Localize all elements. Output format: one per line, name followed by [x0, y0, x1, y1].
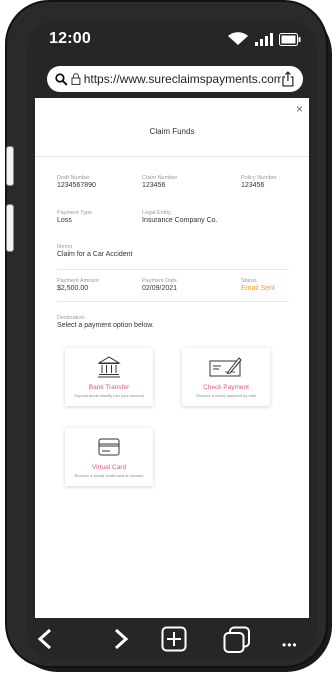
bank-transfer-title: Bank Transfer: [88, 384, 130, 391]
status-icons: [227, 32, 301, 46]
signal-icon: [255, 33, 273, 46]
card-icon: [98, 438, 120, 456]
status-time: 12:00: [49, 30, 91, 47]
destination-label: Destination: [57, 315, 85, 321]
memo-value: Claim for a Car Accident: [57, 251, 133, 258]
page-title: Claim Funds: [149, 127, 195, 136]
phone-screen: 12:00 https://www.sureclaimspayments.com…: [27, 20, 317, 660]
battery-icon: [279, 32, 301, 46]
forward-icon[interactable]: [113, 628, 129, 650]
check-payment-title: Check Payment: [203, 384, 249, 391]
payment-type-label: Payment Type: [57, 210, 93, 216]
policy-number-value: 123456: [241, 182, 265, 189]
status-value: Email Sent: [241, 285, 275, 292]
status-label: Status: [241, 278, 257, 284]
bank-icon: [97, 356, 121, 378]
close-button[interactable]: ×: [296, 102, 303, 116]
payment-date-label: Payment Date: [142, 278, 177, 284]
section-divider-2: [57, 301, 289, 302]
check-icon: [209, 357, 242, 377]
check-payment-desc: Receive a check payment by mail: [196, 393, 256, 398]
payment-date-value: 02/09/2021: [142, 285, 178, 292]
payment-amount-value: $2,500.00: [57, 285, 89, 292]
volume-up-button: [6, 146, 14, 186]
legal-entity-label: Legal Entity: [142, 210, 171, 216]
tabs-icon[interactable]: [223, 626, 251, 654]
virtual-card-title: Virtual Card: [91, 464, 127, 471]
header-divider: [35, 156, 309, 157]
bank-transfer-option[interactable]: Bank Transfer Deposit funds directly int…: [65, 348, 153, 406]
destination-prompt: Select a payment option below.: [57, 322, 154, 329]
draft-number-label: Draft Number: [57, 175, 91, 181]
lock-icon: [71, 73, 81, 85]
virtual-card-desc: Receive a virtual credit card in minutes: [74, 473, 144, 478]
wifi-icon: [228, 32, 248, 45]
claim-number-label: Claim Number: [142, 175, 178, 181]
claim-funds-page: × Claim Funds Draft Number 1234567890 Cl…: [35, 98, 309, 618]
url-bar[interactable]: https://www.sureclaimspayments.com: [47, 66, 303, 92]
new-tab-icon[interactable]: [161, 626, 187, 652]
policy-number-label: Policy Number: [241, 175, 277, 181]
url-text: https://www.sureclaimspayments.com: [83, 72, 282, 86]
search-icon: [55, 72, 68, 86]
check-payment-option[interactable]: Check Payment Receive a check payment by…: [182, 348, 270, 406]
legal-entity-value: Insurance Company Co.: [142, 217, 218, 224]
bank-transfer-desc: Deposit funds directly into your account: [74, 393, 144, 398]
payment-amount-label: Payment Amount: [57, 278, 99, 284]
status-bar: 12:00: [27, 20, 317, 60]
virtual-card-option[interactable]: Virtual Card Receive a virtual credit ca…: [65, 428, 153, 486]
section-divider: [57, 269, 289, 270]
share-icon[interactable]: [281, 71, 295, 87]
claim-number-value: 123456: [142, 182, 166, 189]
back-icon[interactable]: [37, 628, 53, 650]
draft-number-value: 1234567890: [57, 182, 96, 189]
more-icon[interactable]: •••: [282, 632, 298, 658]
browser-toolbar: •••: [27, 618, 317, 660]
payment-type-value: Loss: [57, 217, 72, 224]
memo-label: Memo: [57, 244, 73, 250]
volume-down-button: [6, 204, 14, 252]
